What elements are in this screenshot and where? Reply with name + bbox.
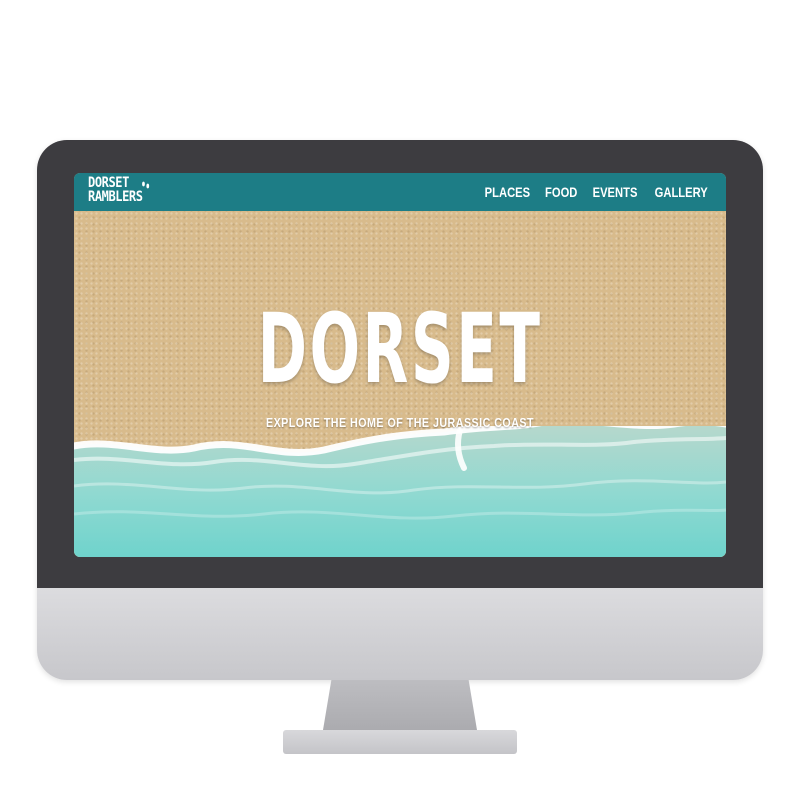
nav-link-places[interactable]: PLACES [485,184,530,200]
nav-link-food[interactable]: FOOD [545,184,577,200]
site-nav: PLACES FOOD EVENTS GALLERY [483,184,710,200]
site-logo[interactable]: DORSET RAMBLERS [88,176,157,208]
nav-link-events[interactable]: EVENTS [592,184,637,200]
logo-line-2: RAMBLERS [88,189,143,205]
website-screen: DORSET EXPLORE THE HOME OF THE JURASSIC … [74,173,726,557]
nav-link-gallery[interactable]: GALLERY [654,184,707,200]
footprints-icon [142,181,150,189]
hero-title: DORSET [257,293,543,405]
monitor-chin [37,588,763,680]
hero-subtitle: EXPLORE THE HOME OF THE JURASSIC COAST [265,415,535,430]
hero-background-sand: DORSET EXPLORE THE HOME OF THE JURASSIC … [74,211,726,557]
monitor-stand-neck [322,680,478,736]
monitor-stand-base [283,730,517,754]
site-navbar: DORSET RAMBLERS PLACES FOOD EVENTS GALLE… [74,173,726,211]
hero-waves [74,426,726,557]
